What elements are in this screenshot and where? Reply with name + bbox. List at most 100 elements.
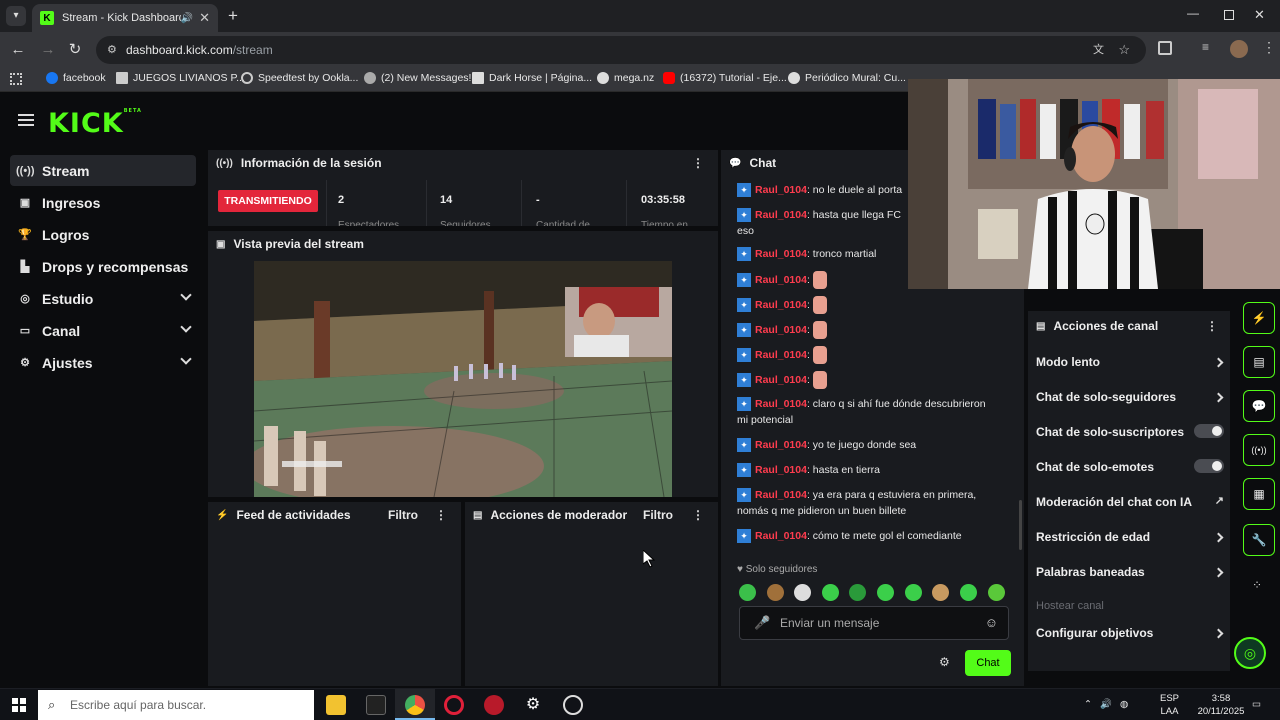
chat-scrollbar[interactable] [1019, 500, 1022, 550]
channel-action-item[interactable]: Chat de solo-suscriptores [1036, 424, 1224, 439]
reload-icon[interactable]: ↻ [65, 40, 85, 60]
back-icon[interactable]: ← [8, 40, 28, 60]
bookmark-messages[interactable]: (2) New Messages! [364, 72, 471, 84]
network-icon[interactable]: ◍ [1120, 698, 1128, 711]
bookmark-juegos[interactable]: JUEGOS LIVIANOS P... [116, 72, 245, 84]
emote-icon[interactable] [849, 584, 866, 601]
send-chat-button[interactable]: Chat [965, 650, 1011, 676]
file-explorer-icon[interactable] [326, 695, 346, 715]
chat-username[interactable]: Raul_0104 [755, 464, 807, 476]
emote-icon[interactable] [877, 584, 894, 601]
bookmark-star-icon[interactable]: ☆ [1118, 36, 1130, 64]
game-app-icon[interactable] [484, 695, 504, 715]
kebab-menu-icon[interactable]: ⋮ [692, 508, 704, 522]
bookmark-darkhorse[interactable]: Dark Horse | Página... [472, 72, 592, 84]
emote-icon[interactable] [767, 584, 784, 601]
chat-username[interactable]: Raul_0104 [755, 489, 807, 501]
close-window-icon[interactable]: ✕ [1254, 7, 1265, 23]
chat-username[interactable]: Raul_0104 [755, 530, 807, 542]
bookmark-speedtest[interactable]: Speedtest by Ookla... [241, 72, 358, 84]
clock[interactable]: 3:58 20/11/2025 [1196, 692, 1246, 718]
bookmark-facebook[interactable]: facebook [46, 72, 106, 84]
sidebar-item-stream[interactable]: ((•)) Stream [10, 155, 196, 186]
epic-games-icon[interactable] [366, 695, 386, 715]
tray-chevron-icon[interactable]: ⌃ [1084, 698, 1092, 711]
speaker-icon[interactable]: 🔊 [181, 13, 193, 24]
channel-action-item[interactable]: Chat de solo-seguidores [1036, 390, 1224, 404]
more-apps-icon[interactable]: ⁘ [1252, 578, 1262, 592]
chat-username[interactable]: Raul_0104 [755, 349, 807, 361]
kebab-menu-icon[interactable]: ⋮ [435, 508, 447, 522]
emote-icon[interactable] [932, 584, 949, 601]
media-control-icon[interactable]: ≡ [1202, 40, 1209, 54]
chat-bubble-icon[interactable]: 💬 [1243, 390, 1275, 422]
kebab-menu-icon[interactable]: ⋮ [692, 156, 704, 170]
channel-action-item[interactable]: Chat de solo-emotes [1036, 459, 1224, 474]
hamburger-menu-icon[interactable] [18, 114, 34, 126]
chat-message-input[interactable]: 🎤 Enviar un mensaje ☺ [739, 606, 1009, 640]
chat-username[interactable]: Raul_0104 [755, 209, 807, 221]
volume-icon[interactable]: 🔊 [1100, 698, 1112, 711]
chat-username[interactable]: Raul_0104 [755, 324, 807, 336]
wrench-icon[interactable]: 🔧 [1243, 524, 1275, 556]
chat-username[interactable]: Raul_0104 [755, 274, 807, 286]
bookmark-mega[interactable]: mega.nz [597, 72, 654, 84]
bolt-icon[interactable]: ⚡ [1243, 302, 1275, 334]
chat-username[interactable]: Raul_0104 [755, 184, 807, 196]
emote-icon[interactable] [822, 584, 839, 601]
channel-action-item[interactable]: Configurar objetivos [1036, 626, 1224, 640]
emote-icon[interactable] [739, 584, 756, 601]
layout-icon[interactable]: ▦ [1243, 478, 1275, 510]
opera-gx-icon[interactable] [444, 695, 464, 715]
broadcast-icon[interactable]: ((•)) [1243, 434, 1275, 466]
sidebar-item-drops[interactable]: ▙ Drops y recompensas [10, 251, 196, 282]
close-tab-icon[interactable]: ✕ [199, 10, 210, 26]
browser-tab[interactable]: K Stream - Kick Dashboard 🔊 ✕ [32, 4, 218, 32]
kebab-menu-icon[interactable]: ⋮ [1206, 319, 1218, 333]
emote-icon[interactable] [794, 584, 811, 601]
chat-username[interactable]: Raul_0104 [755, 374, 807, 386]
emote-icon[interactable] [988, 584, 1005, 601]
new-tab-icon[interactable]: + [228, 6, 238, 26]
emoji-picker-icon[interactable]: ☺ [985, 607, 998, 639]
microphone-icon[interactable]: 🎤 [754, 607, 770, 639]
apps-grid-icon[interactable] [10, 73, 22, 85]
filter-button[interactable]: Filtro [643, 508, 673, 522]
support-headset-icon[interactable]: ◎ [1234, 637, 1266, 669]
channel-action-item[interactable]: Restricción de edad [1036, 530, 1224, 544]
toggle-switch[interactable] [1194, 459, 1224, 473]
sidebar-item-canal[interactable]: ▭ Canal [10, 315, 196, 346]
emote-icon[interactable] [905, 584, 922, 601]
bookmark-youtube[interactable]: (16372) Tutorial - Eje... [663, 72, 787, 84]
chat-username[interactable]: Raul_0104 [755, 299, 807, 311]
language-indicator[interactable]: ESP LAA [1160, 692, 1179, 718]
settings-gear-icon[interactable]: ⚙ [523, 695, 543, 715]
stream-preview-video[interactable] [254, 261, 672, 497]
channel-action-item[interactable]: Moderación del chat con IA ↗ [1036, 495, 1224, 509]
sidebar-item-ajustes[interactable]: ⚙ Ajustes [10, 347, 196, 378]
taskbar-search-box[interactable]: ⌕ Escribe aquí para buscar. [38, 690, 314, 720]
translate-icon[interactable]: 文 [1093, 36, 1104, 64]
chat-username[interactable]: Raul_0104 [755, 439, 807, 451]
document-icon[interactable]: ▤ [1243, 346, 1275, 378]
tab-list-chevron-icon[interactable]: ▾ [6, 6, 26, 26]
browser-menu-icon[interactable]: ⋮ [1262, 39, 1276, 56]
obs-icon[interactable] [563, 695, 583, 715]
address-bar[interactable]: ⚙ dashboard.kick.com/stream 文 ☆ [96, 36, 1146, 64]
minimize-icon[interactable]: — [1187, 6, 1199, 20]
restore-icon[interactable] [1224, 10, 1234, 20]
emote-icon[interactable] [960, 584, 977, 601]
windows-start-icon[interactable] [12, 698, 26, 712]
notifications-icon[interactable]: ▭ [1252, 698, 1261, 711]
channel-action-item[interactable]: Palabras baneadas [1036, 565, 1224, 579]
sidebar-item-logros[interactable]: 🏆 Logros [10, 219, 196, 250]
chat-settings-gear-icon[interactable]: ⚙ [939, 655, 950, 669]
site-info-icon[interactable]: ⚙ [107, 36, 117, 64]
bookmark-periodico[interactable]: Periódico Mural: Cu... [788, 72, 906, 84]
extensions-icon[interactable] [1158, 41, 1172, 55]
sidebar-item-ingresos[interactable]: ▣ Ingresos [10, 187, 196, 218]
chat-username[interactable]: Raul_0104 [755, 398, 807, 410]
chat-username[interactable]: Raul_0104 [755, 248, 807, 260]
kick-logo[interactable]: KICKBETA [48, 108, 142, 139]
filter-button[interactable]: Filtro [388, 508, 418, 522]
